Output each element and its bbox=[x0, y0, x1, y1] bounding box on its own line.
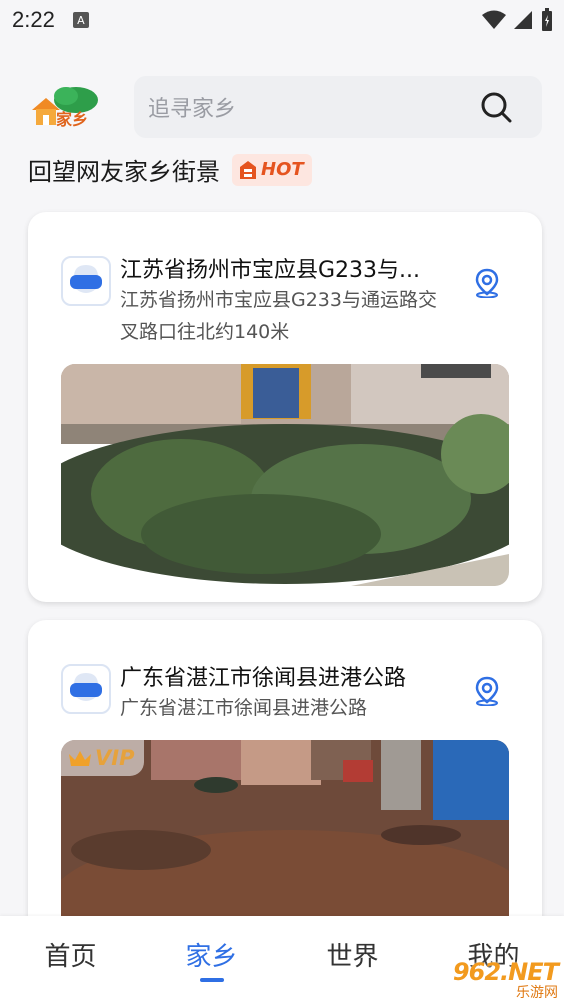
vr-goggles-avatar bbox=[61, 664, 111, 714]
vr-goggles-avatar bbox=[61, 256, 111, 306]
card-title: 广东省湛江市徐闻县进港公路 bbox=[120, 666, 407, 691]
notification-a-icon: A bbox=[72, 12, 89, 28]
location-pin-icon[interactable] bbox=[474, 676, 500, 706]
signal-icon bbox=[514, 11, 532, 29]
street-view-photo[interactable] bbox=[61, 364, 509, 586]
tab-home[interactable]: 首页 bbox=[21, 936, 121, 973]
card-title: 江苏省扬州市宝应县G233与... bbox=[120, 258, 421, 283]
search-input[interactable]: 追寻家乡 bbox=[134, 76, 542, 138]
watermark-sub-text: 乐游网 bbox=[516, 985, 558, 1001]
card-address: 广东省湛江市徐闻县进港公路 bbox=[120, 697, 368, 719]
street-view-card[interactable]: 广东省湛江市徐闻县进港公路 广东省湛江市徐闻县进港公路 VIP bbox=[28, 620, 542, 950]
section-header: 回望网友家乡街景 HOT bbox=[28, 152, 312, 187]
status-icons bbox=[482, 8, 554, 32]
logo-text: 家乡 bbox=[56, 110, 89, 129]
active-tab-indicator bbox=[199, 978, 224, 982]
hot-label: HOT bbox=[261, 159, 304, 180]
hot-fire-icon bbox=[240, 160, 256, 179]
location-pin-icon[interactable] bbox=[474, 268, 500, 298]
status-time: 2:22 bbox=[12, 7, 55, 32]
vip-badge: VIP bbox=[61, 740, 145, 776]
hot-badge: HOT bbox=[232, 153, 312, 186]
card-address: 江苏省扬州市宝应县G233与通运路交叉路口往北约140米 bbox=[120, 289, 437, 343]
search-icon[interactable] bbox=[480, 91, 512, 123]
tab-label: 世界 bbox=[326, 942, 379, 972]
search-placeholder: 追寻家乡 bbox=[148, 97, 237, 122]
tab-label: 家乡 bbox=[185, 942, 238, 972]
status-bar: 2:22 A bbox=[0, 0, 564, 40]
crown-icon bbox=[69, 751, 91, 766]
section-title: 回望网友家乡街景 bbox=[28, 158, 220, 186]
battery-icon bbox=[542, 8, 552, 31]
tab-world[interactable]: 世界 bbox=[303, 936, 403, 973]
vr-goggles-icon bbox=[70, 673, 102, 701]
tab-hometown[interactable]: 家乡 bbox=[162, 936, 262, 982]
site-watermark: 962.NET 乐游网 bbox=[424, 954, 564, 1004]
header: 家乡 追寻家乡 bbox=[28, 76, 542, 138]
app-logo[interactable]: 家乡 bbox=[28, 82, 102, 132]
wifi-icon bbox=[482, 10, 506, 29]
tab-label: 首页 bbox=[44, 942, 97, 972]
street-view-card[interactable]: 江苏省扬州市宝应县G233与... 江苏省扬州市宝应县G233与通运路交叉路口往… bbox=[28, 212, 542, 602]
vr-goggles-icon bbox=[70, 265, 102, 293]
street-photo-image bbox=[61, 364, 509, 586]
vip-label: VIP bbox=[95, 746, 135, 770]
